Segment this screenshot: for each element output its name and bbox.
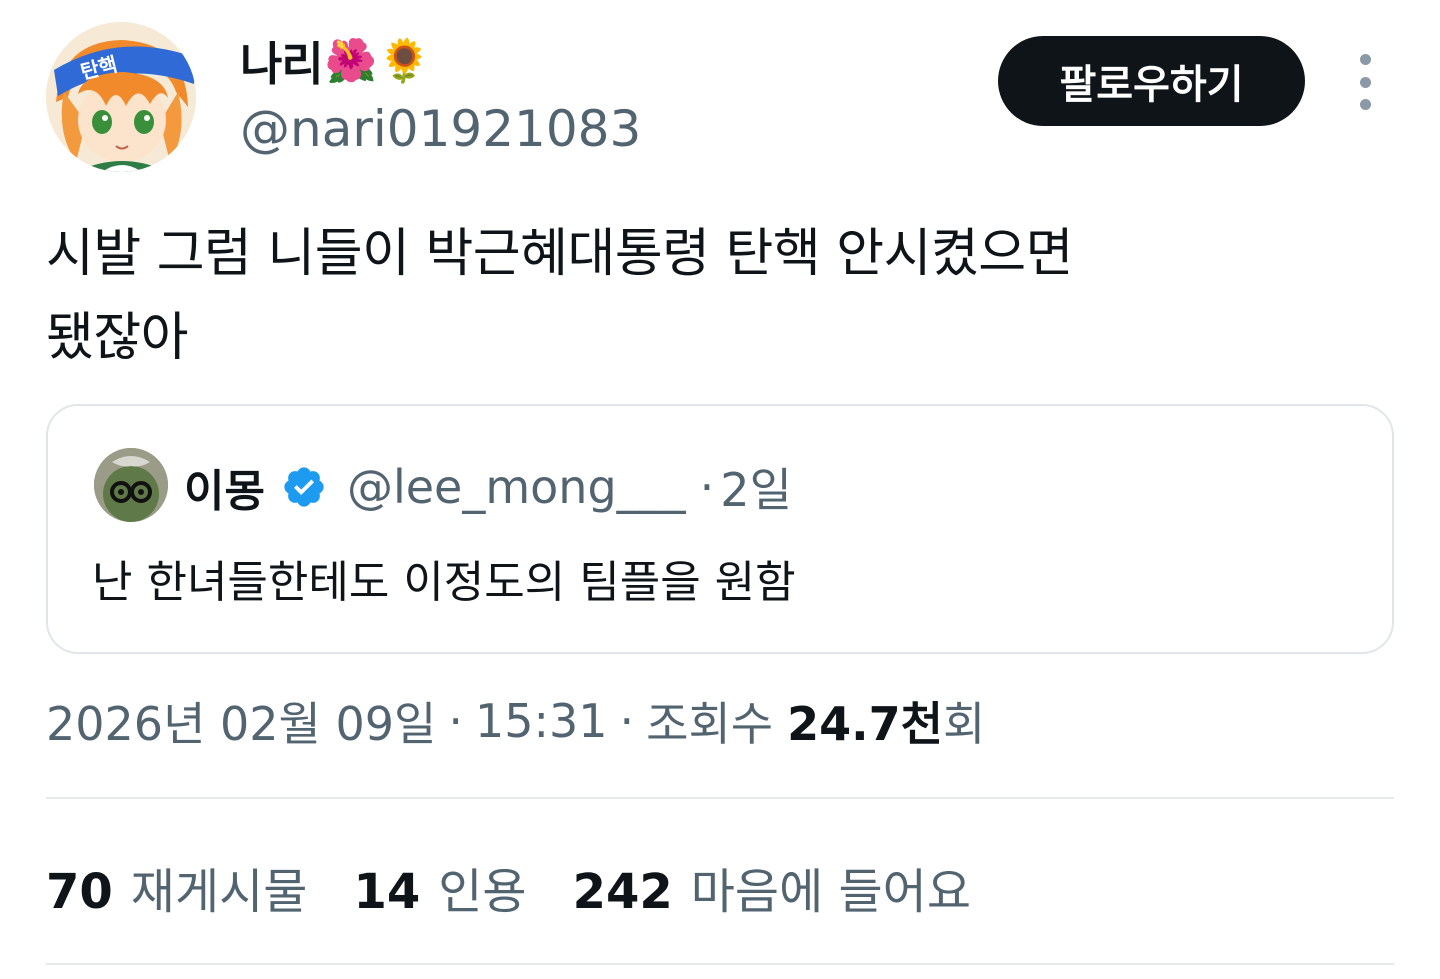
tweet-date[interactable]: 2026년 02월 09일: [46, 688, 436, 754]
more-dot: [1359, 76, 1371, 88]
more-dot: [1359, 99, 1371, 110]
more-dot: [1359, 54, 1371, 65]
quotes-label: 인용: [438, 864, 527, 920]
quote-timestamp[interactable]: 2일: [720, 454, 792, 520]
views-label: 조회수: [646, 697, 774, 751]
reposts-count: 70: [46, 864, 113, 920]
avatar-image: [46, 22, 196, 172]
likes-count: 242: [572, 864, 673, 920]
quotes-stat[interactable]: 14 인용: [353, 852, 526, 922]
quote-header: 이몽 @lee_mong___ · 2일: [184, 454, 792, 520]
views-count: 24.7천: [787, 697, 943, 751]
hibiscus-icon: 🌺: [324, 36, 377, 85]
views-suffix: 회: [942, 697, 986, 751]
tweet-text: 시발 그럼 니들이 박근혜대통령 탄핵 안시켰으면 됐잖아: [46, 212, 1386, 380]
quote-avatar[interactable]: [94, 448, 168, 522]
author-handle[interactable]: @nari01921083: [240, 100, 641, 158]
divider: [46, 797, 1394, 799]
tweet-text-line: 시발 그럼 니들이 박근혜대통령 탄핵 안시켰으면: [46, 224, 1073, 284]
sunflower-icon: 🌻: [377, 36, 430, 85]
quote-separator: ·: [699, 460, 715, 514]
more-vertical-icon[interactable]: [1346, 54, 1384, 110]
author-name-text: 나리: [240, 37, 324, 91]
tweet-time[interactable]: 15:31: [475, 694, 608, 748]
meta-separator: ·: [619, 694, 635, 748]
reposts-stat[interactable]: 70 재게시물: [46, 852, 307, 922]
tweet-text-line: 됐잖아: [46, 308, 189, 368]
quotes-count: 14: [353, 864, 421, 920]
quote-author-handle[interactable]: @lee_mong___: [347, 460, 686, 514]
divider: [46, 963, 1394, 965]
author-avatar[interactable]: 탄핵: [46, 22, 196, 172]
quote-text: 난 한녀들한테도 이정도의 팀플을 원함: [92, 557, 796, 608]
quote-avatar-image: [94, 448, 168, 522]
follow-button[interactable]: 팔로우하기: [998, 36, 1305, 126]
quote-author-name[interactable]: 이몽: [184, 455, 265, 519]
likes-stat[interactable]: 242 마음에 들어요: [573, 852, 971, 922]
verified-badge-icon: [284, 467, 324, 507]
reposts-label: 재게시물: [130, 864, 308, 920]
engagement-stats: 70 재게시물 14 인용 242 마음에 들어요: [46, 852, 1017, 922]
likes-label: 마음에 들어요: [690, 864, 971, 920]
quoted-tweet-card[interactable]: 이몽 @lee_mong___ · 2일 난 한녀들한테도 이정도의 팀플을 원…: [46, 404, 1394, 654]
meta-separator: ·: [448, 694, 463, 748]
author-display-name[interactable]: 나리 🌺 🌻: [240, 28, 430, 94]
tweet-meta: 2026년 02월 09일 · 15:31 · 조회수 24.7천 회: [46, 688, 985, 754]
